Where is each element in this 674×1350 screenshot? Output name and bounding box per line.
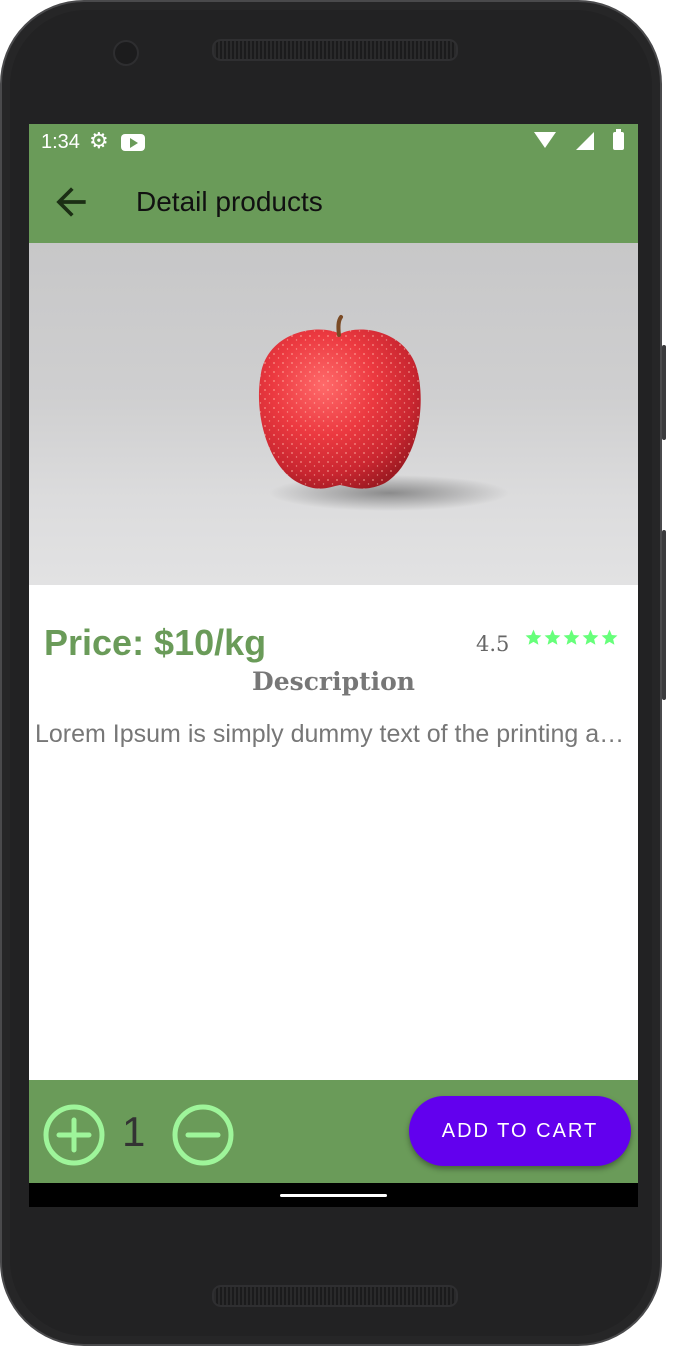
star-icon [544,629,561,645]
quantity-value: 1 [122,1108,146,1155]
price-label: Price: $10/kg [44,622,267,663]
system-nav-bar [29,1183,638,1207]
bottom-speaker [212,1285,458,1307]
status-time: 1:34 [41,131,80,153]
product-image [29,243,638,585]
volume-button [662,530,666,700]
earpiece-speaker [212,39,458,61]
star-icon [582,629,599,645]
signal-icon [576,132,594,150]
star-icon [563,629,580,645]
decrease-quantity-button[interactable] [172,1104,234,1166]
back-button[interactable] [49,180,93,224]
remove-circle-icon [172,1104,234,1166]
description-heading: Description [252,667,415,696]
front-camera [113,40,139,66]
arrow-back-icon [56,187,86,217]
gear-icon: ⚙ [89,128,109,153]
rating-stars [524,628,619,647]
star-icon [601,629,618,645]
device: 1:34 ⚙ Detail products Price: $10/kg 4.5… [0,0,674,1350]
description-text: Lorem Ipsum is simply dummy text of the … [35,720,635,748]
star-icon [525,629,542,645]
add-to-cart-button[interactable]: ADD TO CART [409,1096,631,1166]
increase-quantity-button[interactable] [43,1104,105,1166]
screen: 1:34 ⚙ Detail products Price: $10/kg 4.5… [29,124,638,1207]
home-indicator[interactable] [280,1194,387,1197]
power-button [662,345,666,440]
rating-value: 4.5 [476,632,510,656]
cart-bar: 1 ADD TO CART [29,1080,638,1183]
apple-image [258,315,509,511]
app-bar: Detail products [29,160,638,243]
page-title: Detail products [136,186,323,217]
status-bar: 1:34 ⚙ [29,124,638,160]
youtube-icon [121,134,145,151]
wifi-icon [534,132,556,148]
add-circle-icon [43,1104,105,1166]
battery-icon [613,129,624,150]
